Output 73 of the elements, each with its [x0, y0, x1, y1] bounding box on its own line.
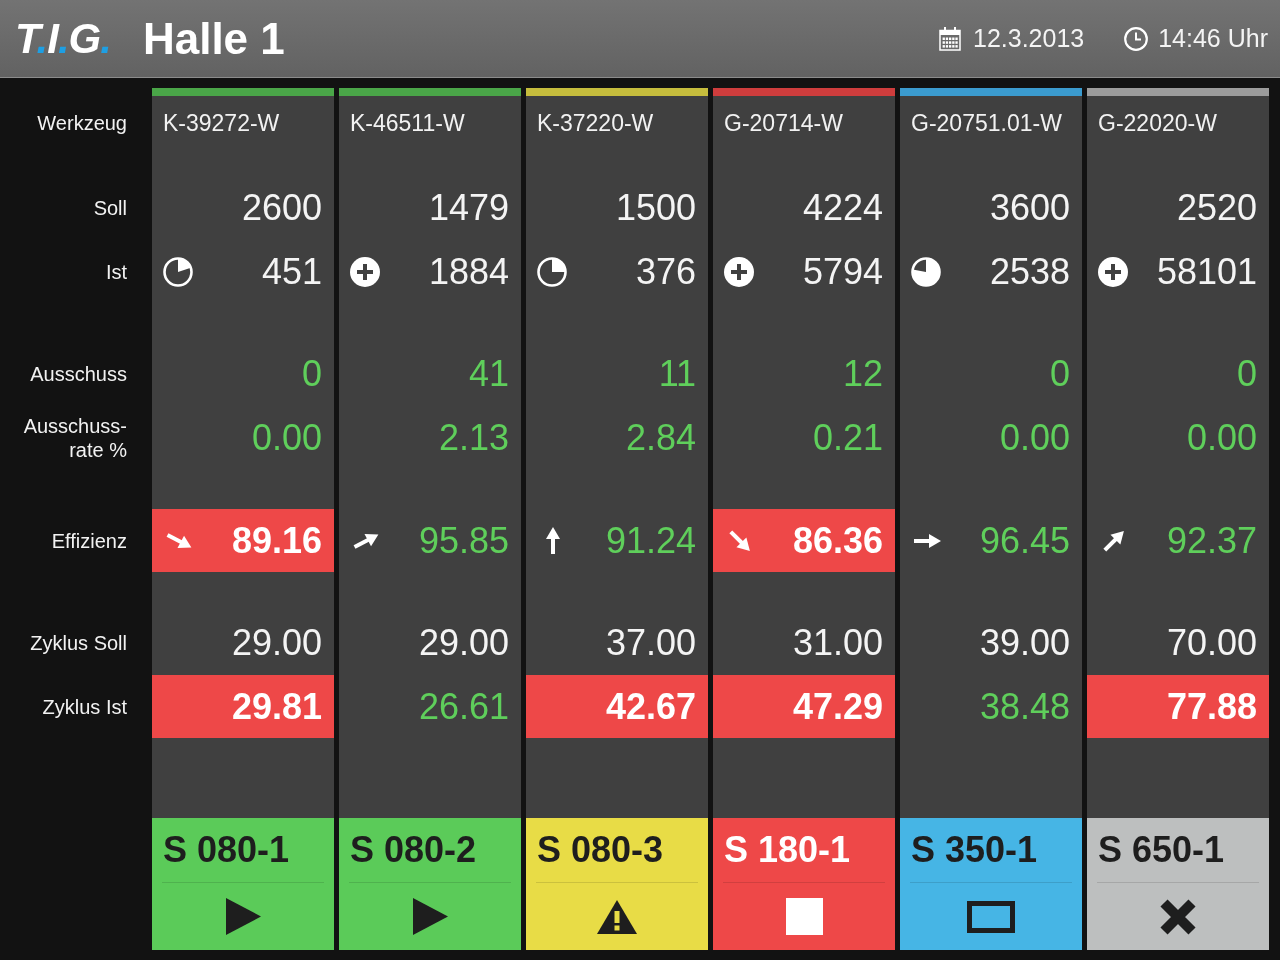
target-count: 1479 [428, 190, 509, 226]
efficiency-value: 95.85 [418, 522, 509, 559]
target-count: 3600 [989, 190, 1070, 226]
row-label: Zyklus Ist [42, 694, 127, 719]
hall-title: Halle 1 [142, 13, 285, 64]
cycle-target: 29.00 [418, 625, 509, 661]
actual-count: 451 [261, 254, 322, 290]
row-label: Zyklus Soll [30, 631, 127, 655]
row-label: Effizienz [51, 528, 127, 553]
cycle-target: 39.00 [979, 625, 1070, 661]
row-label: Ausschuss [30, 362, 127, 386]
target-count: 1500 [615, 190, 696, 226]
reject-count: 11 [658, 356, 696, 392]
tool-id: K-46511-W [350, 109, 465, 137]
logo: T.I.G. [15, 14, 111, 63]
cycle-actual: 38.48 [979, 688, 1070, 725]
actual-count: 2538 [989, 254, 1070, 290]
efficiency-value: 86.36 [792, 522, 883, 559]
cycle-actual: 77.88 [1166, 688, 1257, 725]
cycle-actual: 47.29 [792, 688, 883, 725]
calendar-icon [939, 26, 961, 51]
reject-rate: 0.00 [999, 419, 1070, 456]
station-label: S 080-2 [350, 829, 477, 871]
station-label: S 180-1 [724, 829, 851, 871]
efficiency-value: 89.16 [231, 522, 322, 559]
reject-count: 12 [842, 356, 883, 392]
tool-id: K-37220-W [537, 109, 654, 137]
efficiency-value: 91.24 [605, 522, 696, 559]
target-count: 2520 [1176, 190, 1257, 226]
stop-icon [785, 898, 823, 935]
cycle-actual: 42.67 [605, 688, 696, 725]
cycle-target: 70.00 [1166, 625, 1257, 661]
tool-id: G-20751.01-W [911, 109, 1062, 137]
tool-id: G-22020-W [1098, 109, 1217, 137]
reject-count: 0 [1236, 356, 1257, 392]
target-count: 4224 [802, 190, 883, 226]
rectangle-icon [967, 900, 1015, 933]
reject-rate: 2.13 [438, 419, 509, 456]
tool-id: K-39272-W [163, 109, 280, 137]
actual-count: 58101 [1156, 254, 1257, 290]
row-label: Ausschuss-rate % [22, 413, 127, 462]
efficiency-value: 96.45 [979, 522, 1070, 559]
target-count: 2600 [241, 190, 322, 226]
station-label: S 080-3 [537, 829, 664, 871]
reject-rate: 0.00 [251, 419, 322, 456]
row-label: Soll [93, 196, 127, 220]
actual-count: 376 [635, 254, 696, 290]
reject-count: 0 [301, 356, 322, 392]
reject-rate: 0.21 [812, 419, 883, 456]
reject-count: 0 [1049, 356, 1070, 392]
reject-count: 41 [468, 356, 509, 392]
play-icon [225, 898, 261, 935]
cycle-target: 31.00 [792, 625, 883, 661]
cycle-actual: 29.81 [231, 688, 322, 725]
cycle-target: 29.00 [231, 625, 322, 661]
clock-icon [1124, 26, 1149, 51]
efficiency-value: 92.37 [1166, 522, 1257, 559]
play-icon [412, 898, 448, 935]
cycle-actual: 26.61 [418, 688, 509, 725]
reject-rate: 2.84 [625, 419, 696, 456]
station-label: S 650-1 [1098, 829, 1225, 871]
actual-count: 5794 [802, 254, 883, 290]
row-label: Ist [105, 260, 127, 284]
actual-count: 1884 [428, 254, 509, 290]
station-label: S 080-1 [163, 829, 290, 871]
row-label: Werkzeug [37, 111, 127, 135]
tool-id: G-20714-W [724, 109, 843, 137]
time-text: 14:46 Uhr [1158, 24, 1268, 53]
station-label: S 350-1 [911, 829, 1038, 871]
date-text: 12.3.2013 [973, 24, 1085, 53]
cycle-target: 37.00 [605, 625, 696, 661]
reject-rate: 0.00 [1186, 419, 1257, 456]
warning-icon [597, 899, 637, 934]
